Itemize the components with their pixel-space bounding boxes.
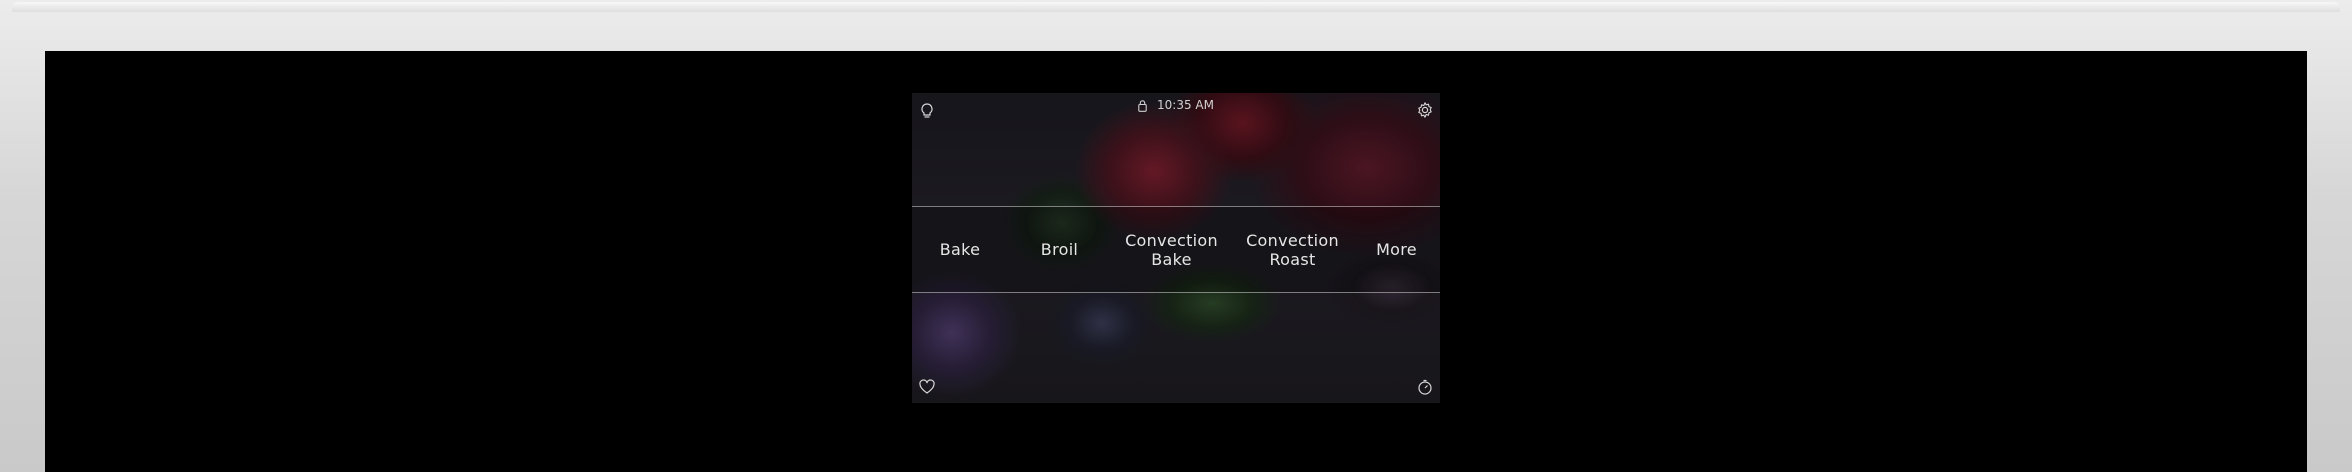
mode-label-line2: Bake	[1151, 249, 1192, 269]
heart-icon[interactable]	[917, 377, 937, 397]
mode-convection-roast[interactable]: Convection Roast	[1232, 207, 1353, 292]
touch-screen[interactable]: 10:35 AM Bake Broil Convection Bake Conv…	[912, 93, 1440, 403]
clock-time: 10:35 AM	[1157, 98, 1214, 112]
lightbulb-icon[interactable]	[917, 101, 937, 121]
frame-highlight	[12, 2, 2340, 12]
lock-icon	[1138, 99, 1147, 112]
mode-label-line2: Roast	[1269, 249, 1316, 269]
mode-label: Broil	[1040, 240, 1079, 259]
mode-label: Convection	[1125, 230, 1218, 250]
mode-label: Bake	[939, 240, 981, 259]
mode-bake[interactable]: Bake	[912, 207, 1008, 292]
mode-broil[interactable]: Broil	[1008, 207, 1111, 292]
status-bar: 10:35 AM	[912, 97, 1440, 113]
mode-label: More	[1376, 240, 1417, 259]
cooking-mode-bar: Bake Broil Convection Bake Convection Ro…	[912, 206, 1440, 293]
gear-icon[interactable]	[1415, 100, 1435, 120]
mode-more[interactable]: More	[1353, 207, 1440, 292]
mode-label: Convection	[1246, 230, 1339, 250]
mode-convection-bake[interactable]: Convection Bake	[1111, 207, 1232, 292]
timer-icon[interactable]	[1415, 377, 1435, 397]
